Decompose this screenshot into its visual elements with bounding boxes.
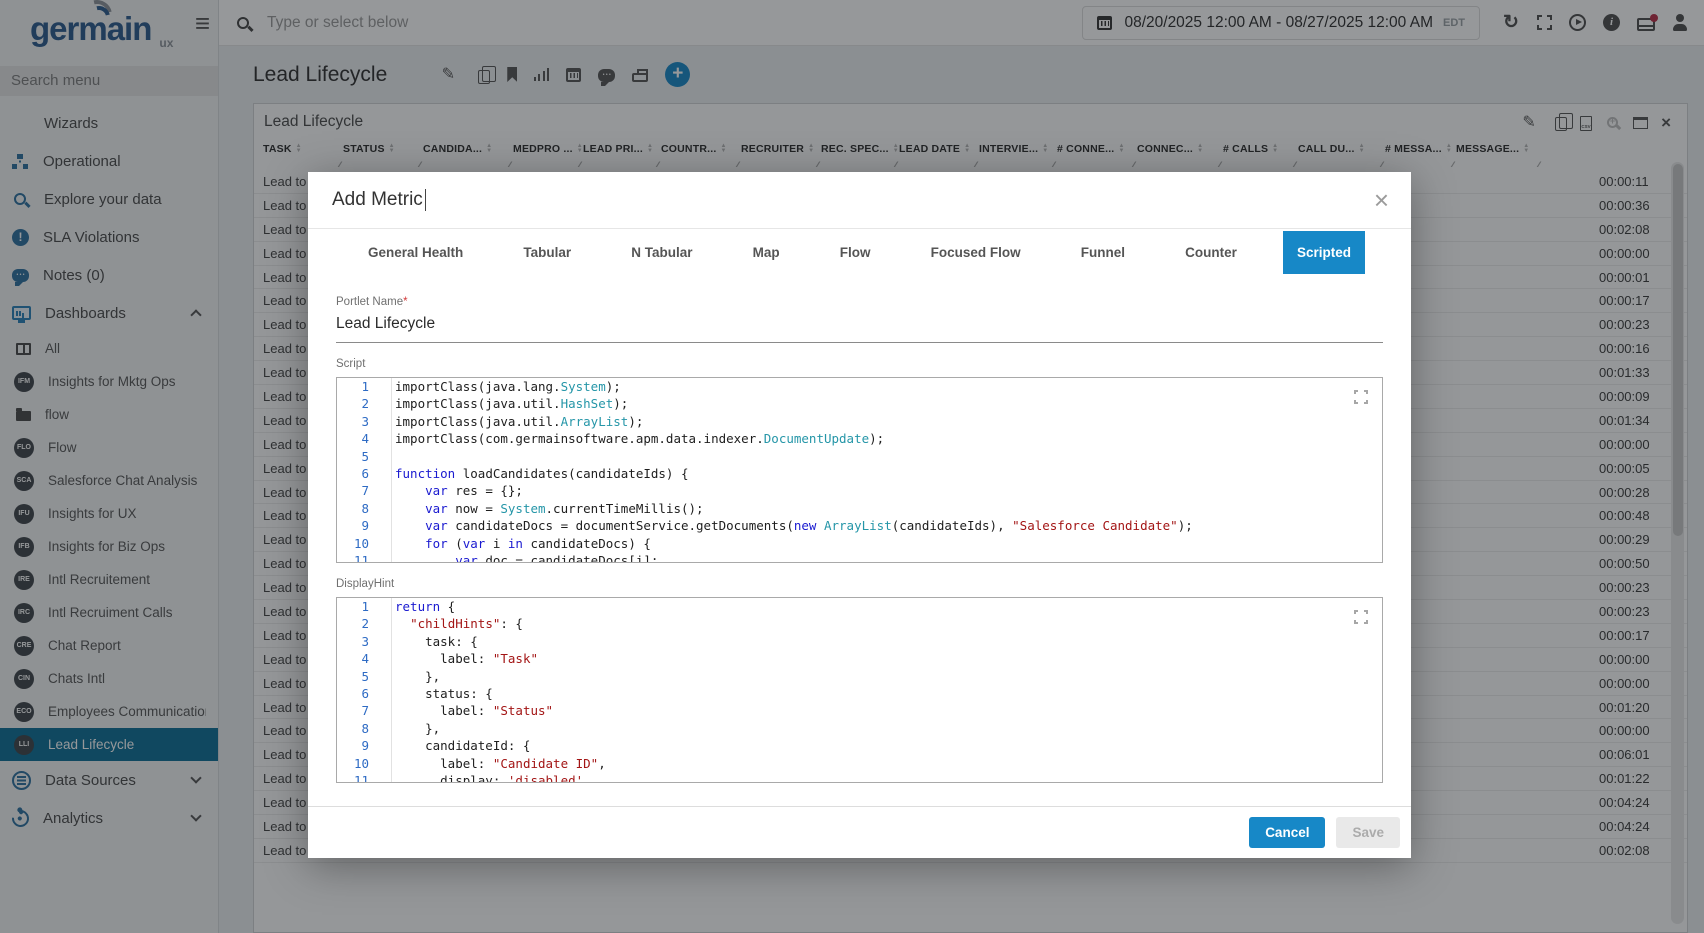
tab-focused-flow[interactable]: Focused Flow [917, 231, 1035, 274]
modal-close-icon[interactable]: × [1374, 187, 1389, 213]
code-text: var now = System.currentTimeMillis(); [425, 500, 704, 516]
line-number: 11 [353, 773, 369, 783]
displayhint-code-editor[interactable]: 1 return {2 "childHints": {3 task: {4 lab… [336, 597, 1383, 783]
line-number: 9 [361, 518, 369, 534]
editor-expand-icon[interactable] [1354, 610, 1368, 624]
tab-tabular[interactable]: Tabular [509, 231, 585, 274]
code-text: candidateId: { [395, 738, 531, 754]
line-number: 1 [361, 379, 369, 394]
line-number: 3 [361, 633, 369, 649]
code-line: 10 label: "Candidate ID", [337, 755, 1382, 772]
code-line: 5 [337, 448, 1382, 465]
displayhint-label: DisplayHint [336, 578, 395, 590]
script-label: Script [336, 358, 366, 370]
code-text: importClass(java.util.HashSet); [395, 396, 629, 412]
line-number: 7 [361, 703, 369, 719]
code-text: label: "Status" [395, 703, 554, 719]
code-line: 6 function loadCandidates(candidateIds) { [337, 465, 1382, 482]
code-line: 11 var doc = candidateDocs[i]; [337, 552, 1382, 563]
code-text: for (var i in candidateDocs) { [425, 535, 651, 551]
tab-counter[interactable]: Counter [1171, 231, 1251, 274]
line-number: 2 [361, 616, 369, 632]
line-number: 5 [361, 668, 369, 684]
tab-funnel[interactable]: Funnel [1067, 231, 1139, 274]
line-number: 6 [361, 686, 369, 702]
save-button[interactable]: Save [1336, 817, 1400, 848]
code-text: label: "Task" [395, 651, 538, 667]
line-number: 6 [361, 466, 369, 482]
modal-title-input[interactable]: Add Metric [332, 189, 423, 211]
line-number: 8 [361, 720, 369, 736]
code-text: importClass(com.germainsoftware.apm.data… [395, 431, 885, 447]
code-text: task: { [395, 633, 478, 649]
portlet-name-input[interactable]: Lead Lifecycle [336, 308, 1383, 343]
line-number: 10 [353, 755, 369, 771]
code-text: importClass(java.lang.System); [395, 379, 621, 394]
code-line: 4 importClass(com.germainsoftware.apm.dat… [337, 430, 1382, 447]
line-number: 11 [353, 553, 369, 563]
code-line: 6 status: { [337, 685, 1382, 702]
line-number: 3 [361, 413, 369, 429]
line-number: 7 [361, 483, 369, 499]
code-text: return { [395, 599, 456, 614]
text-caret [424, 189, 427, 211]
code-line: 7 var res = {}; [337, 482, 1382, 499]
code-line: 4 label: "Task" [337, 650, 1382, 667]
line-number: 5 [361, 448, 369, 464]
code-text: var candidateDocs = documentService.getD… [425, 518, 1193, 534]
line-number: 8 [361, 500, 369, 516]
code-text: display: 'disabled' [395, 773, 584, 783]
portlet-name-label: Portlet Name* [336, 296, 408, 308]
required-asterisk: * [403, 296, 408, 308]
line-number: 2 [361, 396, 369, 412]
modal-footer: Cancel Save [308, 806, 1411, 858]
modal-header: Add Metric × [308, 172, 1411, 229]
code-text: function loadCandidates(candidateIds) { [395, 466, 689, 482]
metric-type-tabs: General Health Tabular N Tabular Map Flow Foc… [308, 229, 1411, 274]
code-line: 8 var now = System.currentTimeMillis(); [337, 500, 1382, 517]
code-text: "childHints": { [410, 616, 523, 632]
code-line: 5 }, [337, 668, 1382, 685]
code-line: 9 candidateId: { [337, 737, 1382, 754]
code-line: 2 importClass(java.util.HashSet); [337, 395, 1382, 412]
code-line: 10 for (var i in candidateDocs) { [337, 535, 1382, 552]
line-number: 4 [361, 431, 369, 447]
code-line: 8 }, [337, 720, 1382, 737]
line-number: 10 [353, 535, 369, 551]
code-line: 7 label: "Status" [337, 702, 1382, 719]
code-text: var res = {}; [425, 483, 523, 499]
add-metric-modal: Add Metric × General Health Tabular N Tabu… [308, 172, 1411, 858]
code-text: }, [395, 720, 441, 736]
code-line: 2 "childHints": { [337, 615, 1382, 632]
tab-general-health[interactable]: General Health [354, 231, 477, 274]
code-line: 9 var candidateDocs = documentService.ge… [337, 517, 1382, 534]
line-number: 1 [361, 599, 369, 614]
line-number: 4 [361, 651, 369, 667]
cancel-button[interactable]: Cancel [1249, 817, 1326, 848]
code-text: label: "Candidate ID", [395, 755, 606, 771]
line-number: 9 [361, 738, 369, 754]
code-line: 3 importClass(java.util.ArrayList); [337, 413, 1382, 430]
script-code-editor[interactable]: 1 importClass(java.lang.System); 2 importCl… [336, 377, 1383, 563]
editor-expand-icon[interactable] [1354, 390, 1368, 404]
tab-flow[interactable]: Flow [826, 231, 885, 274]
code-line: 1 importClass(java.lang.System); [337, 378, 1382, 395]
modal-body: Portlet Name* Lead Lifecycle Script 1 imp… [308, 274, 1411, 806]
code-text: var doc = candidateDocs[i]; [455, 553, 659, 563]
code-line: 11 display: 'disabled' [337, 772, 1382, 783]
code-text: importClass(java.util.ArrayList); [395, 413, 644, 429]
tab-scripted[interactable]: Scripted [1282, 231, 1365, 274]
code-line: 3 task: { [337, 633, 1382, 650]
code-line: 1 return { [337, 598, 1382, 615]
code-text: }, [395, 668, 441, 684]
code-text: status: { [395, 686, 493, 702]
tab-map[interactable]: Map [739, 231, 794, 274]
tab-n-tabular[interactable]: N Tabular [617, 231, 706, 274]
